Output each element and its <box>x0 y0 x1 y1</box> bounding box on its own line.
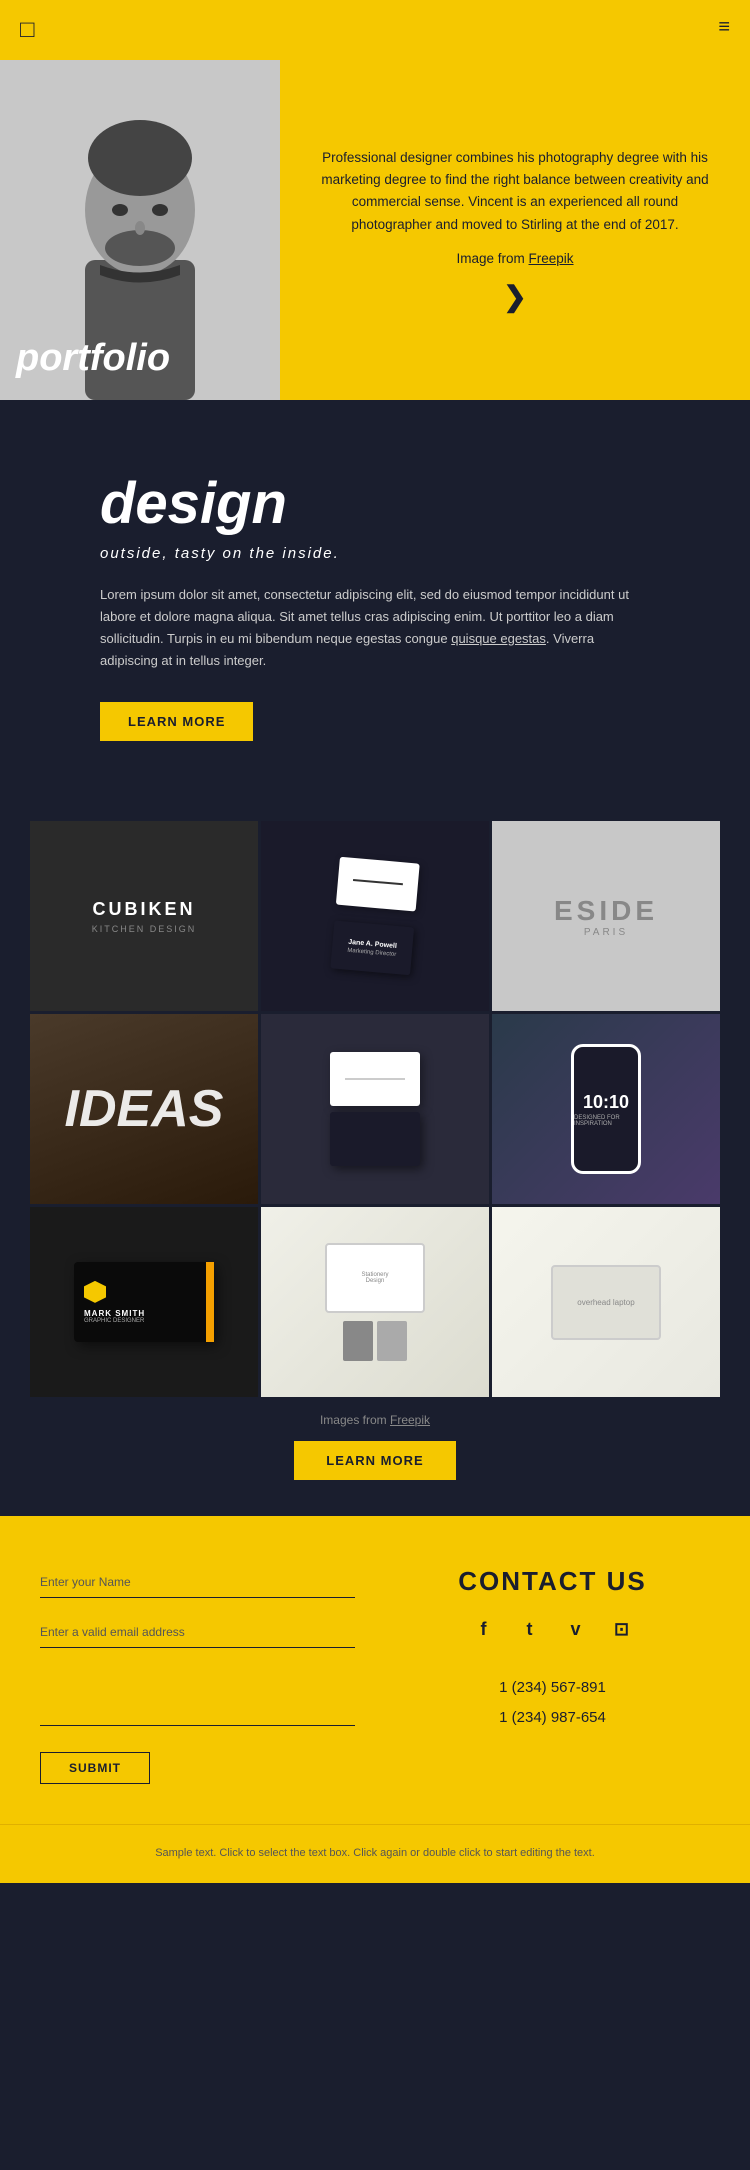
contact-section: SUBMIT CONTACT US f t v ⊡ 1 (234) 567-89… <box>0 1516 750 1824</box>
logo-icon[interactable]: □ <box>20 16 35 44</box>
design-learn-more-button[interactable]: LEARN MORE <box>100 702 253 741</box>
phone-number-2: 1 (234) 987-654 <box>499 1703 606 1733</box>
gallery-cell-laptop-hand[interactable]: overhead laptop <box>492 1207 720 1397</box>
hero-description: Professional designer combines his photo… <box>310 147 720 236</box>
gallery-cell-cubiken[interactable]: CUBIKEN KITCHEN DESIGN <box>30 821 258 1011</box>
phone-mockup: 10:10 DESIGNED FOR INSPIRATION <box>571 1044 641 1174</box>
gallery-image-credit: Images from Freepik <box>16 1413 734 1427</box>
contact-submit-button[interactable]: SUBMIT <box>40 1752 150 1784</box>
phone-sub: DESIGNED FOR INSPIRATION <box>574 1115 638 1127</box>
stationery-items <box>343 1321 407 1361</box>
gallery-cell-cards2[interactable] <box>261 1014 489 1204</box>
gallery-freepik-link[interactable]: Freepik <box>390 1413 430 1427</box>
hero-section: portfolio Professional designer combines… <box>0 60 750 400</box>
instagram-icon[interactable]: ⊡ <box>608 1615 636 1643</box>
cubiken-sub: KITCHEN DESIGN <box>92 924 197 934</box>
biz-name: MARK SMITH <box>84 1309 145 1318</box>
eside-brand: ESIDE <box>554 895 658 927</box>
cubiken-brand: CUBIKEN <box>92 899 195 920</box>
contact-message-input[interactable] <box>40 1666 355 1726</box>
hero-image-credit: Image from Freepik <box>310 248 720 270</box>
facebook-icon[interactable]: f <box>470 1615 498 1643</box>
ideas-text: IDEAS <box>65 1079 224 1139</box>
design-link[interactable]: quisque egestas <box>451 631 546 646</box>
contact-email-input[interactable] <box>40 1616 355 1648</box>
gallery-section: CUBIKEN KITCHEN DESIGN Jane A. Powell Ma… <box>0 791 750 1397</box>
hero-arrow-icon[interactable]: ❯ <box>503 280 526 313</box>
orange-accent <box>206 1262 214 1342</box>
portfolio-label: portfolio <box>16 337 170 380</box>
business-card: MARK SMITH GRAPHIC DESIGNER <box>74 1262 214 1342</box>
design-section: design outside, tasty on the inside. Lor… <box>0 400 750 791</box>
gallery-cell-cards1[interactable]: Jane A. Powell Marketing Director <box>261 821 489 1011</box>
freepik-link[interactable]: Freepik <box>529 251 574 266</box>
stationery-laptop: StationeryDesign <box>325 1243 425 1313</box>
design-subtitle: outside, tasty on the inside. <box>100 545 650 562</box>
gallery-cell-stationery[interactable]: StationeryDesign <box>261 1207 489 1397</box>
gallery-cell-eside[interactable]: ESIDE PARIS <box>492 821 720 1011</box>
phone-numbers: 1 (234) 567-891 1 (234) 987-654 <box>499 1673 606 1733</box>
hero-image-container: portfolio <box>0 60 280 400</box>
biz-hex-icon <box>84 1281 106 1303</box>
gallery-footer: Images from Freepik LEARN MORE <box>0 1397 750 1516</box>
menu-icon[interactable]: ≡ <box>718 16 730 39</box>
design-body: Lorem ipsum dolor sit amet, consectetur … <box>100 584 650 672</box>
card-dark-1: Jane A. Powell Marketing Director <box>330 921 414 976</box>
biz-title: GRAPHIC DESIGNER <box>84 1318 144 1324</box>
stationery-inner: StationeryDesign <box>261 1207 489 1397</box>
footer-note: Sample text. Click to select the text bo… <box>40 1845 710 1863</box>
gallery-cell-ideas[interactable]: IDEAS <box>30 1014 258 1204</box>
gallery-cell-phone[interactable]: 10:10 DESIGNED FOR INSPIRATION <box>492 1014 720 1204</box>
ideas-overlay: IDEAS <box>30 1014 258 1204</box>
phone-time: 10:10 <box>583 1092 629 1113</box>
header: □ ≡ <box>0 0 750 60</box>
contact-name-input[interactable] <box>40 1566 355 1598</box>
card-white-1 <box>336 857 420 912</box>
twitter-icon[interactable]: t <box>516 1615 544 1643</box>
page-footer: Sample text. Click to select the text bo… <box>0 1824 750 1883</box>
gallery-cell-bizcard[interactable]: MARK SMITH GRAPHIC DESIGNER <box>30 1207 258 1397</box>
gallery-grid: CUBIKEN KITCHEN DESIGN Jane A. Powell Ma… <box>30 821 720 1397</box>
gallery-learn-more-button[interactable]: LEARN MORE <box>294 1441 455 1480</box>
vimeo-icon[interactable]: v <box>562 1615 590 1643</box>
eside-sub: PARIS <box>584 927 628 938</box>
phone-number-1: 1 (234) 567-891 <box>499 1673 606 1703</box>
hero-arrow-container: ❯ <box>310 280 720 313</box>
cards2-white <box>330 1052 420 1106</box>
hero-text-area: Professional designer combines his photo… <box>280 60 750 400</box>
social-icons-row: f t v ⊡ <box>470 1615 636 1643</box>
design-title: design <box>100 470 650 537</box>
cards2-dark <box>330 1112 420 1166</box>
laptop-overhead: overhead laptop <box>492 1207 720 1397</box>
contact-info: CONTACT US f t v ⊡ 1 (234) 567-891 1 (23… <box>395 1566 710 1733</box>
contact-form: SUBMIT <box>40 1566 355 1784</box>
contact-title: CONTACT US <box>458 1566 647 1597</box>
